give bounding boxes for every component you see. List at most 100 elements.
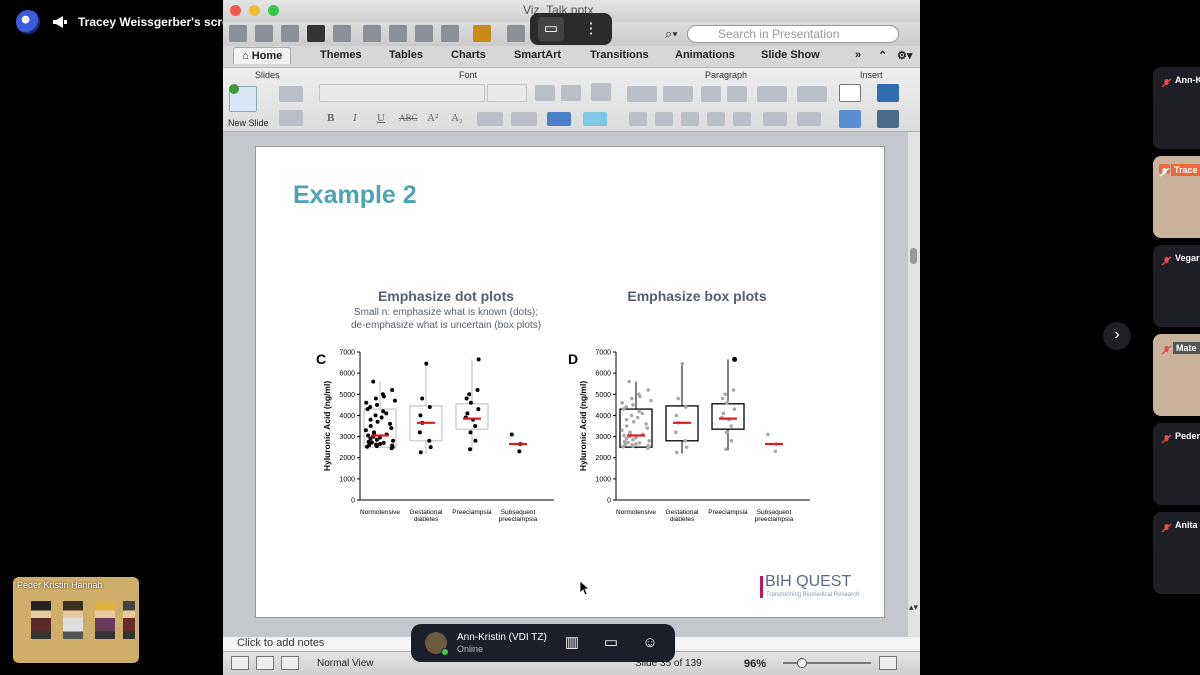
shrink-font-icon[interactable] bbox=[561, 85, 581, 101]
participant-name: Vegar bbox=[1175, 253, 1200, 263]
grow-font-icon[interactable] bbox=[535, 85, 555, 101]
distribute-icon[interactable] bbox=[733, 112, 751, 126]
print-icon[interactable] bbox=[333, 25, 351, 42]
normal-view-icon[interactable] bbox=[231, 656, 249, 670]
layout-icon[interactable] bbox=[279, 86, 303, 102]
font-color-icon[interactable] bbox=[547, 112, 571, 126]
tab-smartart[interactable]: SmartArt bbox=[514, 49, 561, 61]
numbering-icon[interactable] bbox=[663, 86, 693, 102]
data-point bbox=[773, 449, 778, 454]
underline-button[interactable]: U bbox=[377, 112, 385, 124]
data-point bbox=[624, 436, 629, 441]
emoji-icon[interactable]: ☺ bbox=[639, 633, 661, 653]
collapse-ribbon-icon[interactable]: ⌃ bbox=[878, 49, 887, 62]
screen-share-icon[interactable]: ▭ bbox=[600, 633, 622, 653]
fit-window-icon[interactable] bbox=[879, 656, 897, 670]
undo-icon[interactable] bbox=[473, 25, 491, 42]
participant-tile[interactable]: Anita bbox=[1153, 512, 1200, 594]
data-point bbox=[371, 379, 376, 384]
tab-tables[interactable]: Tables bbox=[389, 49, 423, 61]
text-box-icon[interactable] bbox=[839, 84, 861, 102]
y-tick-label: 7000 bbox=[339, 350, 355, 357]
participant-name: Mate bbox=[1173, 342, 1200, 354]
app-logo-icon[interactable] bbox=[16, 10, 40, 34]
decrease-indent-icon[interactable] bbox=[701, 86, 721, 102]
chevron-right-icon[interactable]: › bbox=[1103, 322, 1131, 350]
save-icon[interactable] bbox=[307, 25, 325, 42]
gallery-icon[interactable] bbox=[255, 25, 273, 42]
participant-tile[interactable]: Peder bbox=[1153, 423, 1200, 505]
participant-tile[interactable]: Mate bbox=[1153, 334, 1200, 416]
new-slide-label[interactable]: New Slide bbox=[228, 118, 269, 128]
slide[interactable]: Example 2 Emphasize dot plots Small n: em… bbox=[255, 146, 885, 618]
tab-transitions[interactable]: Transitions bbox=[590, 49, 649, 61]
text-direction-icon[interactable] bbox=[763, 112, 787, 126]
align-center-icon[interactable] bbox=[655, 112, 673, 126]
zoom-level: 96% bbox=[744, 658, 767, 670]
clear-format-icon[interactable] bbox=[591, 83, 611, 101]
page-nav-icon[interactable]: ▴▾ bbox=[909, 602, 918, 613]
columns-icon[interactable] bbox=[797, 86, 827, 102]
tab-animations[interactable]: Animations bbox=[675, 49, 735, 61]
increase-indent-icon[interactable] bbox=[727, 86, 747, 102]
justify-icon[interactable] bbox=[707, 112, 725, 126]
strikethrough-button[interactable]: ABC bbox=[399, 113, 418, 123]
minimize-window-button[interactable] bbox=[249, 5, 260, 16]
monitor-icon[interactable]: ▭ bbox=[538, 17, 564, 41]
font-size-select[interactable] bbox=[487, 84, 527, 102]
arrange-icon[interactable] bbox=[877, 110, 899, 128]
close-window-button[interactable] bbox=[230, 5, 241, 16]
zoom-slider-knob[interactable] bbox=[797, 658, 807, 668]
more-options-icon[interactable]: ⋮ bbox=[578, 17, 604, 41]
data-point bbox=[637, 441, 642, 445]
format-painter-icon[interactable] bbox=[441, 25, 459, 42]
data-point bbox=[765, 432, 770, 437]
align-left-icon[interactable] bbox=[629, 112, 647, 126]
section-icon[interactable] bbox=[279, 110, 303, 126]
participant-tile[interactable]: Trace bbox=[1153, 156, 1200, 238]
data-point bbox=[645, 426, 650, 430]
new-document-icon[interactable] bbox=[229, 25, 247, 42]
align-right-icon[interactable] bbox=[681, 112, 699, 126]
tab-slide-show[interactable]: Slide Show bbox=[761, 49, 820, 61]
change-case-icon[interactable] bbox=[511, 112, 537, 126]
subscript-button[interactable]: A₂ bbox=[451, 112, 463, 124]
line-spacing-icon[interactable] bbox=[757, 86, 787, 102]
data-point bbox=[674, 413, 679, 418]
tab-home[interactable]: ⌂ Home bbox=[233, 47, 292, 64]
participant-tile[interactable]: Vegar bbox=[1153, 245, 1200, 327]
open-icon[interactable] bbox=[281, 25, 299, 42]
search-input[interactable]: Search in Presentation bbox=[687, 25, 899, 43]
italic-button[interactable]: I bbox=[353, 112, 357, 124]
vertical-scrollbar[interactable]: ▴▾ bbox=[908, 132, 920, 637]
redo-icon[interactable] bbox=[507, 25, 525, 42]
shape-icon[interactable] bbox=[839, 110, 861, 128]
presenter-view-icon[interactable] bbox=[281, 656, 299, 670]
text-effects-icon[interactable] bbox=[583, 112, 607, 126]
paste-icon[interactable] bbox=[415, 25, 433, 42]
participant-tile[interactable]: Ann-K bbox=[1153, 67, 1200, 149]
data-point bbox=[428, 445, 433, 450]
font-name-select[interactable] bbox=[319, 84, 485, 102]
char-spacing-icon[interactable] bbox=[477, 112, 503, 126]
zoom-window-button[interactable] bbox=[268, 5, 279, 16]
bullets-icon[interactable] bbox=[627, 86, 657, 102]
search-icon[interactable]: ⌕▾ bbox=[665, 26, 678, 42]
tab-themes[interactable]: Themes bbox=[320, 49, 362, 61]
data-point bbox=[640, 411, 645, 416]
cut-icon[interactable] bbox=[363, 25, 381, 42]
tab-charts[interactable]: Charts bbox=[451, 49, 486, 61]
more-tabs-icon[interactable]: » bbox=[855, 49, 861, 61]
copy-icon[interactable] bbox=[389, 25, 407, 42]
scrollbar-thumb[interactable] bbox=[910, 248, 917, 264]
game-minimap[interactable]: Peder Kristin Hannah bbox=[13, 577, 139, 663]
map-icon[interactable]: ▥ bbox=[561, 633, 583, 653]
picture-icon[interactable] bbox=[877, 84, 899, 102]
slide-sorter-icon[interactable] bbox=[256, 656, 274, 670]
align-text-icon[interactable] bbox=[797, 112, 821, 126]
bold-button[interactable]: B bbox=[327, 112, 334, 124]
superscript-button[interactable]: A² bbox=[427, 112, 438, 124]
data-point bbox=[635, 415, 640, 420]
chart-title: Emphasize dot plots bbox=[378, 288, 514, 304]
gear-icon[interactable]: ⚙▾ bbox=[897, 49, 912, 62]
